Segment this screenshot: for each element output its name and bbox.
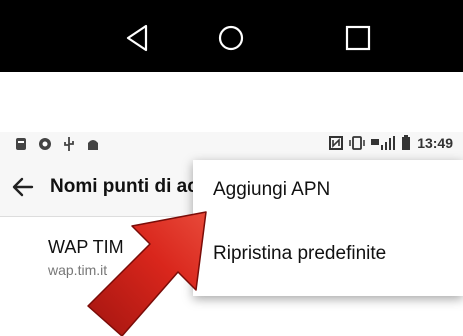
back-nav-button[interactable] bbox=[120, 20, 156, 56]
recent-apps-square-icon bbox=[345, 25, 371, 51]
usb-icon bbox=[64, 137, 74, 151]
spacer bbox=[0, 72, 463, 132]
menu-item-reset-defaults[interactable]: Ripristina predefinite bbox=[193, 224, 463, 284]
system-status-icons: 13:49 bbox=[329, 135, 453, 151]
home-circle-icon bbox=[218, 25, 244, 51]
back-triangle-icon bbox=[126, 24, 148, 52]
list-item[interactable]: WAP TIM wap.tim.it bbox=[48, 237, 124, 278]
apn-name: WAP TIM bbox=[48, 237, 124, 257]
status-time: 13:49 bbox=[417, 135, 453, 151]
recent-apps-nav-button[interactable] bbox=[340, 20, 376, 56]
app-notification-icon bbox=[16, 138, 26, 150]
vibrate-icon bbox=[349, 136, 365, 150]
status-bar: 13:49 bbox=[0, 132, 463, 158]
menu-item-add-apn[interactable]: Aggiungi APN bbox=[193, 160, 463, 220]
signal-icon bbox=[371, 136, 396, 150]
overflow-menu: Aggiungi APN Ripristina predefinite bbox=[193, 160, 463, 296]
home-nav-button[interactable] bbox=[213, 20, 249, 56]
nfc-icon bbox=[329, 136, 344, 150]
battery-icon bbox=[402, 135, 411, 150]
back-arrow-icon[interactable] bbox=[10, 174, 36, 200]
apn-address: wap.tim.it bbox=[48, 262, 108, 278]
system-navigation-bar bbox=[0, 0, 463, 72]
eye-icon bbox=[39, 138, 51, 150]
notification-icons bbox=[14, 136, 100, 152]
android-debug-icon bbox=[88, 140, 98, 150]
page-title: Nomi punti di accesso bbox=[50, 176, 200, 197]
